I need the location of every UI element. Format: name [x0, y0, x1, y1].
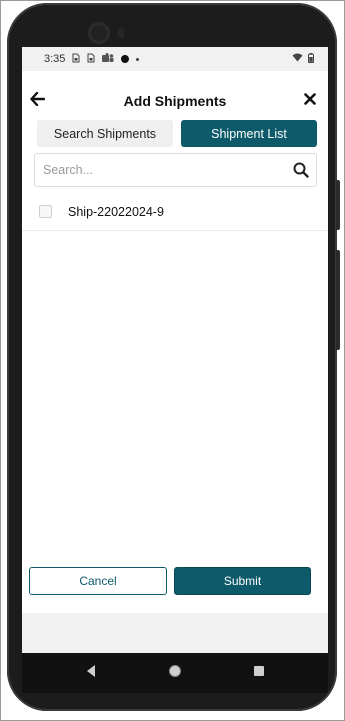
sim-icon — [72, 53, 80, 65]
shipment-list: Ship-22022024-9 — [22, 193, 328, 231]
tab-bar: Search Shipments Shipment List — [37, 120, 317, 147]
close-button[interactable] — [300, 89, 320, 113]
close-icon — [304, 92, 316, 110]
earpiece-speaker — [118, 28, 124, 38]
nav-recents-button[interactable] — [247, 661, 271, 685]
search-input[interactable] — [43, 163, 292, 177]
notification-dot-icon — [121, 55, 130, 63]
shipment-label: Ship-22022024-9 — [68, 204, 164, 219]
back-button[interactable] — [26, 89, 48, 113]
cancel-button[interactable]: Cancel — [29, 567, 167, 595]
screen: 3:35 Add Shipments Search Shipments Ship… — [22, 47, 328, 693]
volume-button — [336, 250, 340, 350]
nav-back-button[interactable] — [79, 661, 103, 685]
shipment-checkbox[interactable] — [39, 205, 52, 218]
teams-icon — [102, 53, 114, 65]
bottom-padding-area — [22, 613, 328, 653]
search-icon[interactable] — [292, 161, 310, 179]
nav-home-button[interactable] — [163, 661, 187, 685]
status-bar: 3:35 — [22, 47, 328, 71]
tab-shipment-list[interactable]: Shipment List — [181, 120, 317, 147]
sim-icon — [87, 53, 95, 65]
tab-search-shipments[interactable]: Search Shipments — [37, 120, 173, 147]
list-item[interactable]: Ship-22022024-9 — [22, 193, 328, 231]
submit-button[interactable]: Submit — [174, 567, 311, 595]
footer-actions: Cancel Submit — [22, 567, 328, 607]
system-nav-bar — [22, 653, 328, 693]
nav-back-icon — [85, 664, 97, 683]
search-box — [34, 153, 317, 187]
page-title: Add Shipments — [123, 93, 227, 109]
app-header: Add Shipments — [22, 83, 328, 119]
nav-recents-icon — [253, 664, 265, 682]
front-camera — [88, 22, 110, 44]
battery-icon — [308, 52, 314, 66]
nav-home-icon — [168, 664, 182, 683]
more-notifications-icon — [136, 57, 140, 61]
wifi-icon — [292, 53, 303, 65]
back-arrow-icon — [29, 91, 45, 111]
power-button — [336, 180, 340, 230]
status-time: 3:35 — [44, 53, 66, 65]
